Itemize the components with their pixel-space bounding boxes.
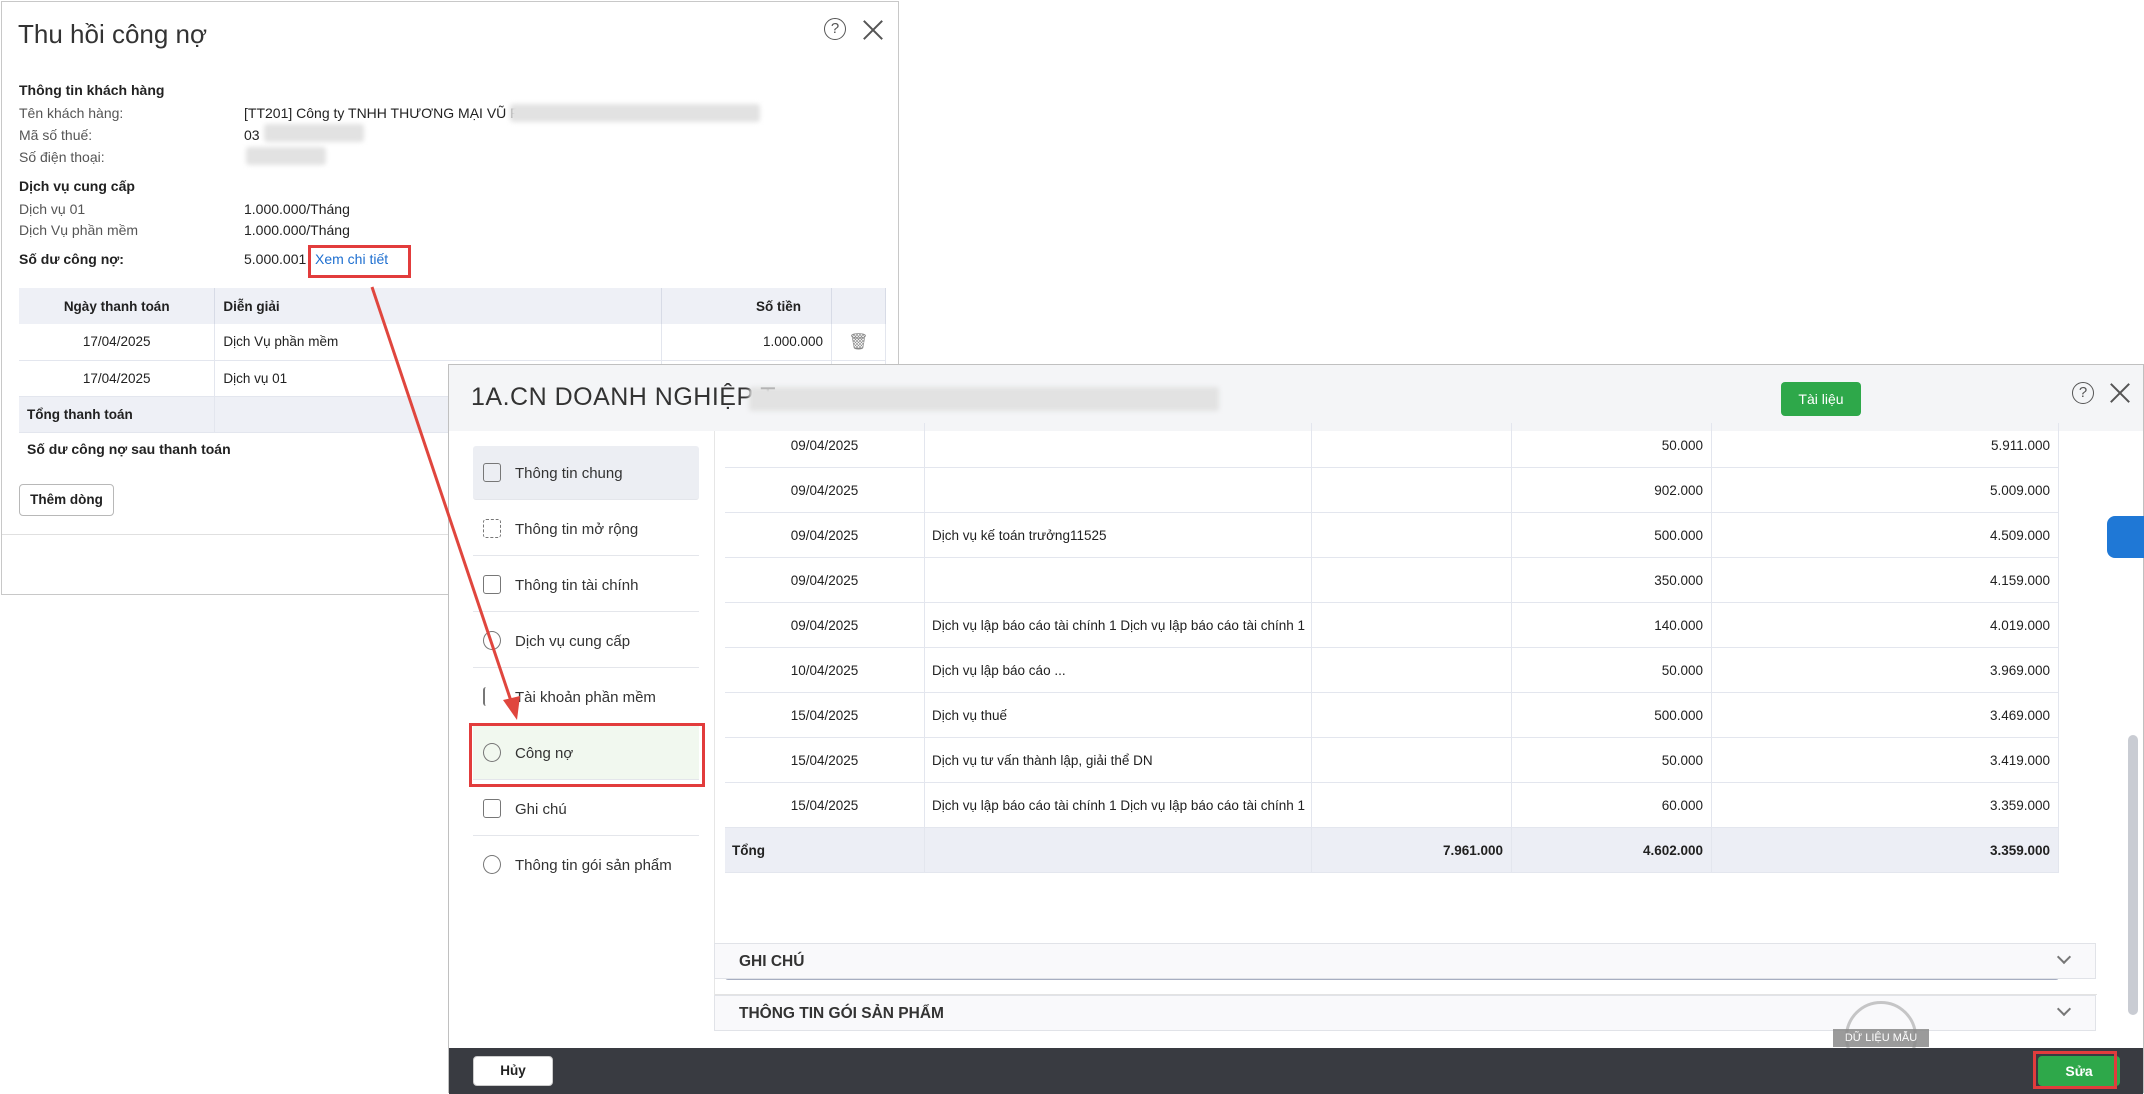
arrow-line [370, 286, 514, 705]
arrow-head [503, 696, 520, 720]
annotation-arrow [370, 286, 520, 720]
